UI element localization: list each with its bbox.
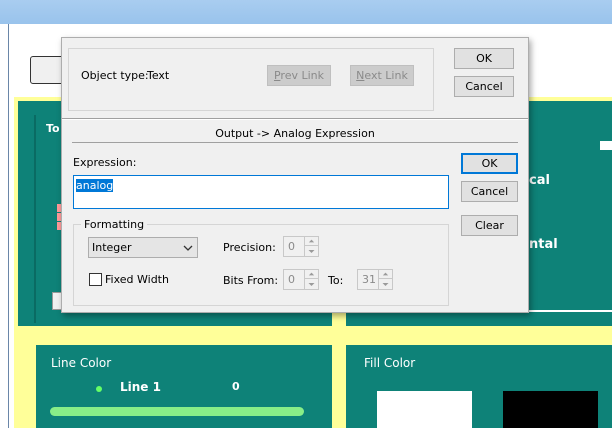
chevron-down-icon (183, 245, 193, 251)
fill-swatch-black[interactable] (503, 391, 598, 428)
bits-from-value: 0 (288, 273, 295, 286)
bits-from-label: Bits From: (223, 274, 279, 287)
line1-color-bar[interactable] (50, 407, 304, 416)
format-select[interactable]: Integer (88, 237, 198, 258)
precision-spinner[interactable]: 0 (283, 236, 319, 257)
cancel-top-button[interactable]: Cancel (454, 76, 514, 97)
to-label: To: (328, 274, 344, 287)
line1-indicator-dot (96, 386, 102, 392)
ok-button[interactable]: OK (461, 153, 518, 174)
format-select-value: Integer (92, 241, 132, 254)
panel-right-text-2: ntal (529, 237, 558, 252)
spin-down-icon[interactable] (305, 247, 318, 256)
clear-button[interactable]: Clear (461, 215, 518, 236)
object-type-label: Object type: (81, 69, 149, 82)
dialog-separator (62, 118, 528, 120)
fill-swatch-white[interactable] (377, 391, 472, 428)
to-spin-buttons[interactable] (378, 270, 392, 289)
subdialog-title: Output -> Analog Expression (215, 127, 375, 140)
panel-white-mark (600, 141, 612, 150)
bits-from-spin-buttons[interactable] (304, 270, 318, 289)
fixed-width-checkbox[interactable] (89, 273, 102, 286)
subdialog-title-underline (72, 142, 518, 143)
next-link-button[interactable]: Next Link (350, 65, 414, 86)
prev-link-button[interactable]: Prev Link (267, 65, 331, 86)
line1-label: Line 1 (120, 380, 161, 394)
spin-down-icon[interactable] (379, 280, 392, 289)
spin-down-icon[interactable] (305, 280, 318, 289)
spin-up-icon[interactable] (379, 270, 392, 279)
object-type-value: Text (147, 69, 170, 82)
fixed-width-label: Fixed Width (105, 273, 169, 286)
background-window-titlebar (0, 0, 612, 24)
bits-from-spinner[interactable]: 0 (283, 269, 319, 290)
spin-up-icon[interactable] (305, 237, 318, 246)
line1-value: 0 (232, 380, 240, 393)
precision-label: Precision: (223, 241, 276, 254)
spin-up-icon[interactable] (305, 270, 318, 279)
expression-label: Expression: (73, 156, 137, 169)
ok-top-button[interactable]: OK (454, 48, 514, 69)
to-spinner[interactable]: 31 (357, 269, 393, 290)
panel-title-fragment: To (46, 122, 60, 135)
object-type-group: Object type: Text Prev Link Next Link (68, 48, 434, 111)
precision-value: 0 (288, 240, 295, 253)
line-color-label: Line Color (51, 356, 112, 370)
formatting-legend: Formatting (81, 218, 148, 231)
precision-spin-buttons[interactable] (304, 237, 318, 256)
background-window-border (8, 24, 9, 428)
panel-divider-horizontal (18, 326, 612, 338)
panel-right-text-1: cal (529, 173, 550, 188)
expression-selected-text: analog (76, 179, 114, 192)
fill-color-label: Fill Color (364, 356, 416, 370)
to-value: 31 (362, 273, 376, 286)
expression-input[interactable]: analog (73, 175, 449, 209)
cancel-button[interactable]: Cancel (461, 181, 518, 202)
analog-expression-dialog: Object type: Text Prev Link Next Link OK… (61, 37, 529, 313)
